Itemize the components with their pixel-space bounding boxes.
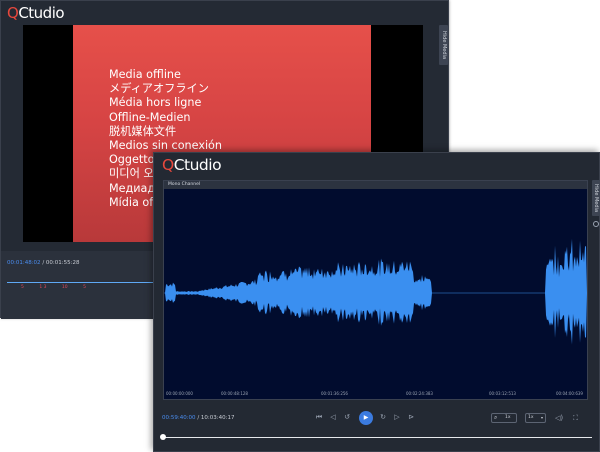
offline-message: Média hors ligne — [109, 96, 202, 110]
waveform-panel[interactable]: Mono Channel 00:00:00:000 00:00:48:128 0… — [163, 180, 588, 400]
qctudio-logo: QCtudio — [7, 4, 65, 22]
timeline-marker[interactable]: 5 — [83, 285, 86, 290]
skip-back-icon[interactable]: ⏮ — [315, 413, 323, 422]
play-button[interactable]: ▶ — [359, 411, 373, 425]
total-timecode: 10:03:40:17 — [200, 415, 235, 421]
rewind-icon[interactable]: ◁ — [329, 413, 337, 422]
time-ruler: 00:00:00:000 00:00:48:128 00:01:36:256 0… — [164, 391, 587, 399]
timeline-marker[interactable]: 5 — [21, 285, 24, 290]
audio-waveform[interactable] — [164, 189, 587, 389]
play-icon: ▶ — [363, 414, 369, 421]
timeline-marker[interactable]: 10 — [62, 285, 68, 290]
chevron-down-icon: ▾ — [540, 415, 543, 420]
speaker-icon[interactable]: ◁) — [555, 414, 563, 422]
timecode-display: 00:59:40:00 / 10:03:40:17 — [162, 415, 235, 421]
hide-media-tab[interactable]: Hide Media — [439, 25, 448, 65]
ruler-tick: 00:00:00:000 — [166, 391, 193, 396]
audio-player-window: QCtudio Mono Channel 00:00:00:000 00:00:… — [153, 152, 600, 452]
offline-message: 脱机媒体文件 — [109, 124, 177, 138]
playhead-handle[interactable] — [160, 434, 166, 440]
fullscreen-icon[interactable]: ⛶ — [573, 414, 578, 422]
ruler-tick: 00:00:48:128 — [221, 391, 248, 396]
ruler-tick: 00:01:36:256 — [321, 391, 348, 396]
qctudio-logo: QCtudio — [162, 156, 222, 174]
ruler-tick: 00:03:12:513 — [489, 391, 516, 396]
ruler-tick: 00:04:00:639 — [556, 391, 583, 396]
zoom-control[interactable]: ⌕ 1x — [491, 413, 517, 423]
current-timecode: 00:01:48:02 — [7, 260, 41, 266]
skip-forward-icon[interactable]: ▷ — [393, 413, 401, 422]
offline-message: メディアオフライン — [109, 82, 209, 96]
zoom-value: 1x — [505, 415, 511, 420]
channel-label: Mono Channel — [164, 181, 587, 189]
timecode-display: 00:01:48:02 / 00:01:55:28 — [7, 260, 80, 266]
forward-icon[interactable]: ↻ — [379, 413, 387, 422]
offline-message: Media offline — [109, 68, 181, 81]
offline-message: Offline-Medien — [109, 110, 191, 124]
playback-speed-select[interactable]: 1x ▾ — [525, 413, 546, 423]
gear-icon[interactable] — [593, 221, 599, 227]
total-timecode: 00:01:55:28 — [45, 260, 80, 266]
timeline-marker[interactable]: 1 3 — [39, 285, 46, 290]
marker-icon[interactable]: ⊳ — [407, 413, 415, 422]
loop-icon[interactable]: ↺ — [343, 413, 351, 422]
playback-progress-track[interactable] — [162, 437, 592, 438]
current-timecode: 00:59:40:00 — [162, 415, 196, 421]
timeline-markers: 5 1 3 10 5 — [21, 285, 100, 290]
speed-value: 1x — [528, 415, 534, 420]
transport-controls: ⏮ ◁ ↺ ▶ ↻ ▷ ⊳ — [315, 411, 425, 425]
search-icon: ⌕ — [494, 414, 498, 421]
ruler-tick: 00:02:24:383 — [406, 391, 433, 396]
hide-media-tab[interactable]: Hide Media — [592, 180, 600, 216]
